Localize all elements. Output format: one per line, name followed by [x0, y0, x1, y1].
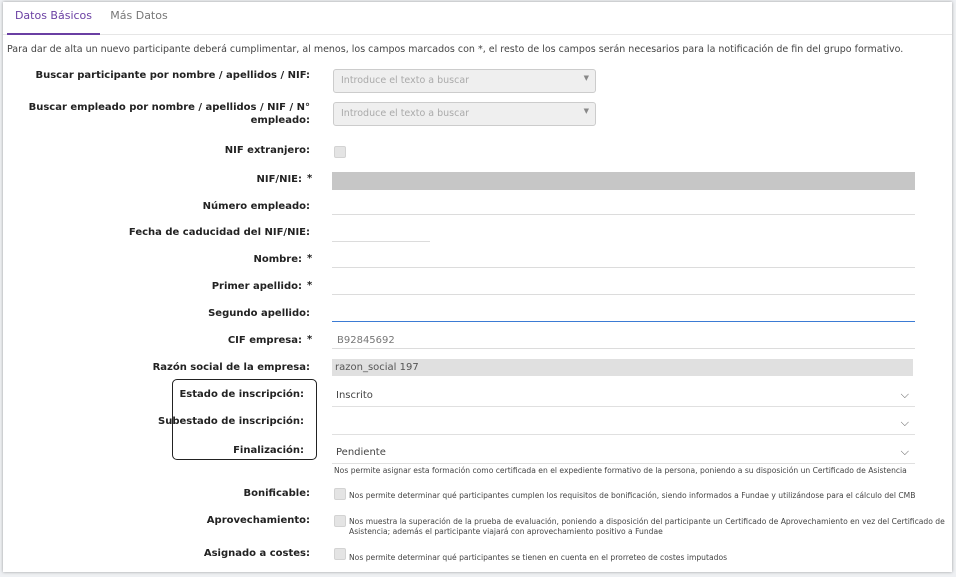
- aprovechamiento-help-line1: Nos muestra la superación de la prueba d…: [349, 517, 945, 526]
- numero-empleado-input[interactable]: [332, 198, 915, 215]
- bonificable-help: Nos permite determinar qué participantes…: [349, 491, 916, 500]
- nombre-required-mark: *: [307, 253, 313, 264]
- finalizacion-label: Finalización:: [233, 445, 304, 456]
- nombre-label: Nombre:: [253, 254, 302, 265]
- razon-social-label: Razón social de la empresa:: [152, 362, 310, 373]
- primer-apellido-label: Primer apellido:: [211, 281, 302, 292]
- asignado-costes-label: Asignado a costes:: [203, 548, 310, 559]
- primer-apellido-input[interactable]: [332, 278, 915, 295]
- estado-inscripcion-dropdown[interactable]: Inscrito ⌵: [332, 387, 915, 407]
- fecha-caducidad-input[interactable]: [332, 225, 430, 242]
- caret-down-icon: ▼: [583, 74, 589, 82]
- aprovechamiento-label: Aprovechamiento:: [206, 515, 310, 526]
- estado-inscripcion-value: Inscrito: [336, 390, 373, 401]
- finalizacion-help: Nos permite asignar esta formación como …: [334, 466, 907, 475]
- tab-bar: Datos Básicos Más Datos: [3, 2, 952, 35]
- cif-empresa-input[interactable]: B92845692: [332, 332, 915, 349]
- buscar-participante-placeholder: Introduce el texto a buscar: [341, 75, 470, 86]
- razon-social-field: razon_social 197: [332, 359, 913, 376]
- buscar-participante-select[interactable]: Introduce el texto a buscar ▼: [333, 69, 596, 93]
- buscar-empleado-label: Buscar empleado por nombre / apellidos /…: [29, 101, 310, 127]
- buscar-empleado-label-line1: Buscar empleado por nombre / apellidos /…: [28, 102, 310, 113]
- numero-empleado-label: Número empleado:: [202, 201, 310, 212]
- chevron-down-icon: ⌵: [900, 445, 909, 458]
- subestado-inscripcion-dropdown[interactable]: ⌵: [332, 415, 915, 435]
- tab-datos-basicos[interactable]: Datos Básicos: [7, 2, 100, 35]
- caret-down-icon: ▼: [583, 107, 589, 115]
- segundo-apellido-input[interactable]: [332, 305, 915, 322]
- subestado-inscripcion-label: Subestado de inscripción:: [158, 416, 304, 427]
- estado-inscripcion-label: Estado de inscripción:: [179, 389, 304, 400]
- primer-apellido-required-mark: *: [307, 280, 313, 291]
- nif-nie-required-mark: *: [307, 173, 313, 184]
- chevron-down-icon: ⌵: [900, 416, 909, 429]
- segundo-apellido-label: Segundo apellido:: [208, 308, 310, 319]
- razon-social-value: razon_social 197: [335, 362, 419, 373]
- tab-mas-datos[interactable]: Más Datos: [103, 2, 175, 33]
- participant-form-card: Datos Básicos Más Datos Para dar de alta…: [3, 2, 952, 572]
- intro-text: Para dar de alta un nuevo participante d…: [7, 44, 904, 55]
- buscar-empleado-placeholder: Introduce el texto a buscar: [341, 108, 470, 119]
- nif-extranjero-label: NIF extranjero:: [224, 145, 310, 156]
- nombre-input[interactable]: [332, 251, 915, 268]
- bonificable-label: Bonificable:: [243, 488, 311, 499]
- nif-nie-input[interactable]: [332, 172, 915, 190]
- nif-extranjero-checkbox[interactable]: [334, 146, 346, 158]
- finalizacion-dropdown[interactable]: Pendiente ⌵: [332, 444, 915, 464]
- finalizacion-value: Pendiente: [336, 447, 386, 458]
- aprovechamiento-help: Nos muestra la superación de la prueba d…: [349, 517, 945, 537]
- buscar-empleado-label-line2: empleado:: [250, 115, 310, 126]
- buscar-participante-label: Buscar participante por nombre / apellid…: [35, 70, 310, 81]
- fecha-caducidad-label: Fecha de caducidad del NIF/NIE:: [128, 227, 310, 238]
- cif-empresa-value: B92845692: [337, 335, 395, 346]
- asignado-costes-checkbox[interactable]: [334, 548, 346, 560]
- cif-empresa-label: CIF empresa:: [227, 335, 302, 346]
- chevron-down-icon: ⌵: [900, 388, 909, 401]
- nif-nie-label: NIF/NIE:: [256, 174, 303, 185]
- buscar-empleado-select[interactable]: Introduce el texto a buscar ▼: [333, 102, 596, 126]
- cif-empresa-required-mark: *: [307, 334, 313, 345]
- aprovechamiento-help-line2: Asistencia; además el participante viaja…: [349, 527, 663, 536]
- asignado-costes-help: Nos permite determinar qué participantes…: [349, 553, 728, 562]
- aprovechamiento-checkbox[interactable]: [334, 515, 346, 527]
- bonificable-checkbox[interactable]: [334, 488, 346, 500]
